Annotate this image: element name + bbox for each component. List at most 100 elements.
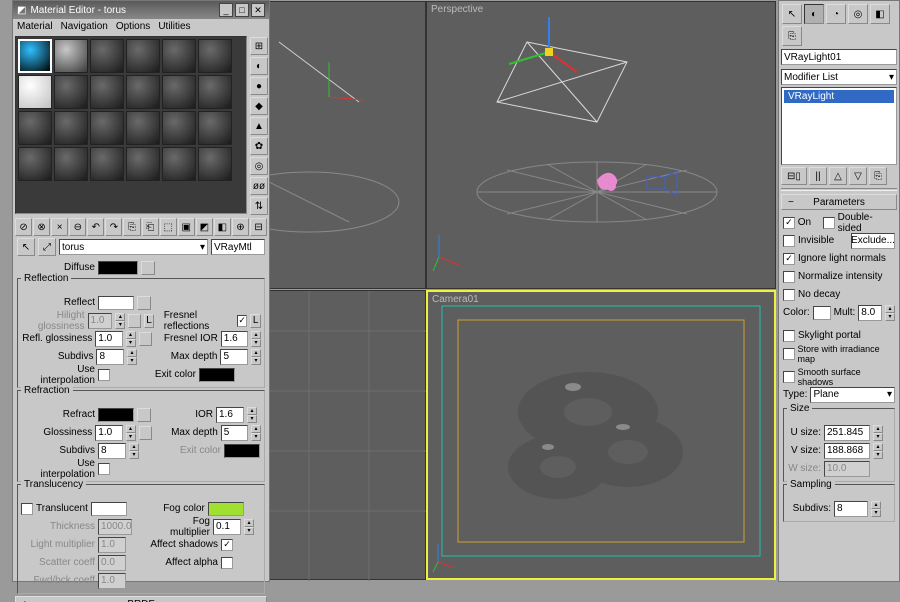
show-in-viewport-button[interactable]: ⬚ xyxy=(160,218,177,236)
spinner-down-icon[interactable]: ▾ xyxy=(871,509,881,517)
spinner-down-icon[interactable]: ▾ xyxy=(244,527,254,535)
material-slot[interactable] xyxy=(126,75,160,109)
tab-modify[interactable]: ◐ xyxy=(804,4,824,24)
material-slot[interactable] xyxy=(162,75,196,109)
spinner-up-icon[interactable]: ▴ xyxy=(126,331,136,339)
modifier-list-dropdown[interactable]: Modifier List▾ xyxy=(781,69,897,85)
normalize-checkbox[interactable] xyxy=(783,271,795,283)
object-name-field[interactable]: VRayLight01 xyxy=(781,49,897,65)
reset-map-button[interactable]: ⊖ xyxy=(69,218,86,236)
spinner-up-icon[interactable]: ▴ xyxy=(126,425,136,433)
reflect-swatch[interactable] xyxy=(98,296,134,310)
show-end-result-button[interactable]: ▣ xyxy=(178,218,195,236)
options-button[interactable]: ◎ xyxy=(250,157,268,175)
pick-button[interactable]: ↖ xyxy=(17,238,35,256)
fog-mult-field[interactable]: 0.1 xyxy=(213,519,241,535)
refr-gloss-field[interactable]: 1.0 xyxy=(95,425,122,441)
video-check-button[interactable]: ▲ xyxy=(250,117,268,135)
type-dropdown[interactable]: Plane▾ xyxy=(810,387,895,403)
spinner-up-icon[interactable]: ▴ xyxy=(885,305,895,313)
spinner-down-icon[interactable]: ▾ xyxy=(126,433,136,441)
make-unique-button[interactable]: ↷ xyxy=(105,218,122,236)
material-slot[interactable] xyxy=(198,39,232,73)
material-id-button[interactable]: ⎗ xyxy=(142,218,159,236)
spinner-down-icon[interactable]: ▾ xyxy=(247,415,257,423)
diffuse-map-button[interactable] xyxy=(141,261,155,275)
get-material-button[interactable]: ⊘ xyxy=(15,218,32,236)
translucent-swatch[interactable] xyxy=(91,502,127,516)
refract-swatch[interactable] xyxy=(98,408,134,422)
material-slot[interactable] xyxy=(90,111,124,145)
material-slot[interactable] xyxy=(18,39,52,73)
spinner-down-icon[interactable]: ▾ xyxy=(127,357,137,365)
no-decay-checkbox[interactable] xyxy=(783,289,795,301)
nav-button[interactable]: ⤢ xyxy=(38,238,56,256)
select-by-material-button[interactable]: øø xyxy=(250,177,268,195)
double-sided-checkbox[interactable] xyxy=(823,217,835,229)
spinner-down-icon[interactable]: ▾ xyxy=(126,339,136,347)
menu-utilities[interactable]: Utilities xyxy=(158,21,190,32)
rollout-brdf[interactable]: +BRDF xyxy=(15,596,267,602)
reflect-map-button[interactable] xyxy=(137,296,151,310)
exit-color-swatch[interactable] xyxy=(199,368,235,382)
sample-uv-button[interactable]: ◆ xyxy=(250,97,268,115)
mult-field[interactable]: 8.0 xyxy=(858,305,882,321)
spinner-up-icon[interactable]: ▴ xyxy=(127,349,137,357)
affect-alpha-checkbox[interactable] xyxy=(221,557,233,569)
store-irr-checkbox[interactable] xyxy=(783,348,795,360)
map-button[interactable] xyxy=(128,314,140,328)
minimize-button[interactable]: _ xyxy=(219,3,233,17)
ignore-normals-checkbox[interactable]: ✓ xyxy=(783,253,795,265)
material-sample-grid[interactable] xyxy=(15,36,247,214)
spinner-down-icon[interactable]: ▾ xyxy=(873,451,883,459)
refr-subdivs-field[interactable]: 8 xyxy=(98,443,126,459)
spinner-up-icon[interactable]: ▴ xyxy=(873,443,883,451)
material-slot[interactable] xyxy=(54,147,88,181)
make-preview-button[interactable]: ✿ xyxy=(250,137,268,155)
v-size-field[interactable]: 188.868 xyxy=(824,443,870,459)
spinner-up-icon[interactable]: ▴ xyxy=(115,313,125,321)
viewport-camera[interactable]: Camera01 xyxy=(426,290,776,580)
use-interp-checkbox[interactable] xyxy=(98,369,110,381)
spinner-down-icon[interactable]: ▾ xyxy=(115,321,125,329)
configure-sets-button[interactable]: ⎘ xyxy=(869,167,887,185)
fresnel-checkbox[interactable]: ✓ xyxy=(237,315,248,327)
menu-navigation[interactable]: Navigation xyxy=(61,21,108,32)
exclude-button[interactable]: Exclude... xyxy=(851,233,895,249)
diffuse-swatch[interactable] xyxy=(98,261,138,275)
refr-interp-checkbox[interactable] xyxy=(98,463,110,475)
fresnel-ior-field[interactable]: 1.6 xyxy=(221,331,248,347)
tab-create[interactable]: ↖ xyxy=(782,4,802,24)
spinner-down-icon[interactable]: ▾ xyxy=(885,313,895,321)
remove-modifier-button[interactable]: ▽ xyxy=(849,167,867,185)
sample-type-button[interactable]: ⊞ xyxy=(250,37,268,55)
tool-button[interactable]: ⊟ xyxy=(250,218,267,236)
material-slot[interactable] xyxy=(162,39,196,73)
tab-hierarchy[interactable]: ◔ xyxy=(826,4,846,24)
go-to-parent-button[interactable]: ◩ xyxy=(196,218,213,236)
material-slot[interactable] xyxy=(126,111,160,145)
sampling-subdivs-field[interactable]: 8 xyxy=(834,501,868,517)
make-copy-button[interactable]: ↶ xyxy=(87,218,104,236)
tab-display[interactable]: ◧ xyxy=(870,4,890,24)
invisible-checkbox[interactable] xyxy=(783,235,795,247)
go-forward-button[interactable]: ◧ xyxy=(214,218,231,236)
make-unique-button[interactable]: △ xyxy=(829,167,847,185)
spinner-up-icon[interactable]: ▴ xyxy=(871,501,881,509)
smooth-shadows-checkbox[interactable] xyxy=(783,371,795,383)
refl-gloss-field[interactable]: 1.0 xyxy=(95,331,122,347)
modifier-stack[interactable]: VRayLight xyxy=(781,87,897,165)
spinner-up-icon[interactable]: ▴ xyxy=(251,331,261,339)
spinner-down-icon[interactable]: ▾ xyxy=(251,339,261,347)
spinner-up-icon[interactable]: ▴ xyxy=(244,519,254,527)
material-slot[interactable] xyxy=(54,75,88,109)
rollout-parameters[interactable]: −Parameters xyxy=(781,194,897,210)
translucent-checkbox[interactable] xyxy=(21,503,33,515)
material-slot[interactable] xyxy=(198,111,232,145)
material-slot[interactable] xyxy=(18,75,52,109)
modifier-stack-item[interactable]: VRayLight xyxy=(784,90,894,103)
maxdepth-field[interactable]: 5 xyxy=(220,349,248,365)
map-button[interactable] xyxy=(139,332,153,346)
map-button[interactable] xyxy=(139,426,153,440)
spinner-up-icon[interactable]: ▴ xyxy=(873,425,883,433)
